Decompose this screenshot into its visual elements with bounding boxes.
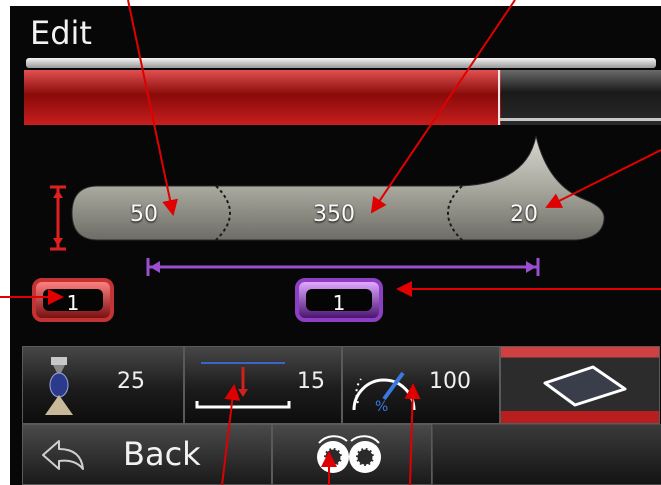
progress-bar-highlight [500, 118, 661, 121]
shape-select-button[interactable] [500, 346, 660, 424]
left-count-spinner[interactable]: 1 [32, 278, 114, 322]
height-value: 25 [117, 369, 145, 394]
left-count-value: 1 [43, 289, 103, 315]
compare-gears-icon [317, 435, 381, 473]
compare-button[interactable] [272, 424, 432, 485]
header-divider [26, 58, 656, 68]
diamond-icon [543, 365, 627, 407]
depth-value: 15 [297, 369, 325, 394]
right-count-spinner[interactable]: 1 [295, 278, 383, 322]
purple-dimension-icon [146, 258, 540, 276]
speed-value: 100 [429, 369, 471, 394]
depth-button[interactable]: 15 [184, 346, 342, 424]
progress-bar-fill [24, 70, 501, 125]
speed-dial-icon: % [352, 371, 416, 415]
vial-icon [45, 357, 73, 415]
window-title: Edit [30, 14, 92, 52]
device-screen: Edit 50 350 20 1 1 25 15 % 100 Back [10, 6, 661, 485]
right-zone-value[interactable]: 20 [510, 202, 538, 227]
bottom-nav: Back [22, 424, 661, 485]
left-zone-value[interactable]: 50 [130, 202, 158, 227]
nav-empty-slot [432, 424, 661, 485]
svg-text:%: % [375, 399, 388, 415]
back-label: Back [123, 435, 201, 473]
height-button[interactable]: 25 [22, 346, 184, 424]
back-arrow-icon [42, 440, 84, 470]
right-count-value: 1 [306, 289, 372, 315]
progress-bar-separator [498, 70, 500, 125]
back-button[interactable]: Back [22, 424, 272, 485]
speed-button[interactable]: % 100 [342, 346, 500, 424]
shape-editor[interactable] [66, 136, 606, 256]
red-ibeam-icon [50, 185, 66, 251]
middle-zone-value[interactable]: 350 [313, 202, 355, 227]
depth-gauge-icon [195, 362, 291, 409]
